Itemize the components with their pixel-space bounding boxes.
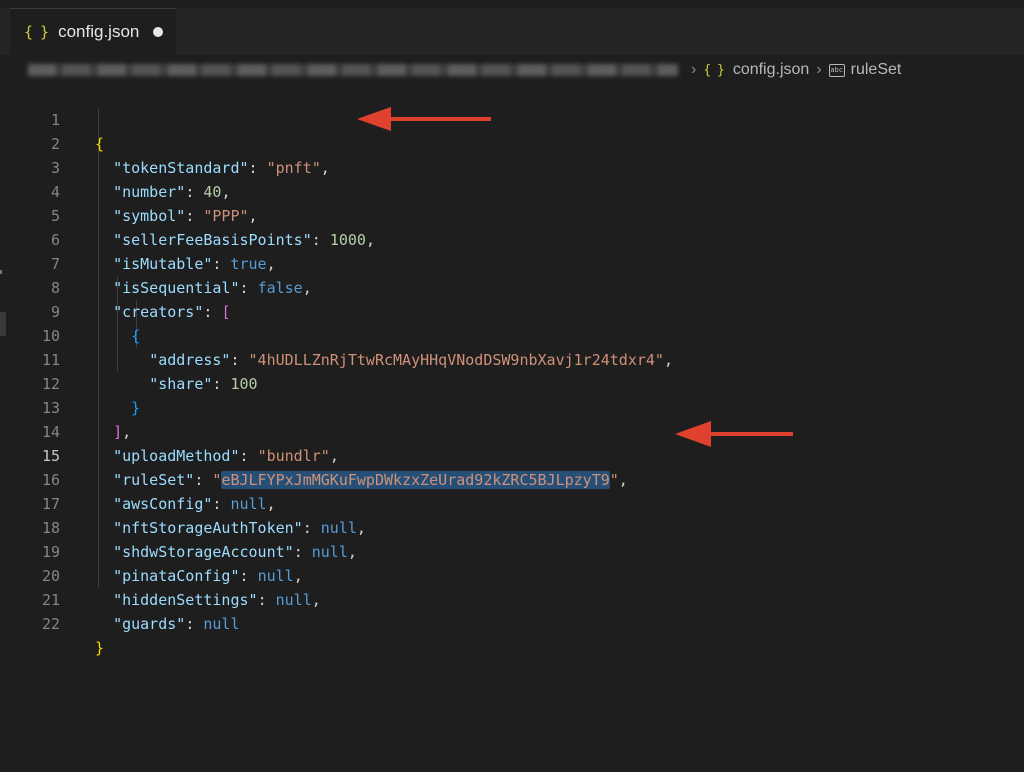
code-line[interactable]: 22 }: [0, 588, 1024, 657]
tab-bar: { } config.json: [0, 0, 1024, 55]
code-line[interactable]: 8 "creators": [: [0, 252, 1024, 321]
code-line[interactable]: 1 {: [0, 84, 1024, 153]
string-symbol-icon: abc: [828, 63, 845, 77]
code-line[interactable]: 17 "nftStorageAuthToken": null,: [0, 468, 1024, 537]
code-line[interactable]: 5 "sellerFeeBasisPoints": 1000,: [0, 180, 1024, 249]
code-line[interactable]: 6 "isMutable": true,: [0, 204, 1024, 273]
code-line-active[interactable]: 15 "ruleSet": "eBJLFYPxJmMGKuFwpDWkzxZeU…: [0, 420, 1024, 489]
code-line[interactable]: 11 "share": 100: [0, 324, 1024, 393]
line-number: 22: [41, 615, 60, 633]
code-line[interactable]: 4 "symbol": "PPP",: [0, 156, 1024, 225]
arrow-left-icon: [357, 107, 491, 131]
tab-bar-top: [0, 0, 1024, 8]
code-line[interactable]: 12 }: [0, 348, 1024, 417]
json-file-icon: { }: [703, 62, 725, 78]
breadcrumb-path-blurred[interactable]: [28, 64, 678, 76]
unsaved-dot-icon[interactable]: [153, 27, 164, 37]
breadcrumb: › { } config.json › abc ruleSet: [22, 56, 1012, 84]
json-file-icon: { }: [24, 23, 49, 41]
code-line[interactable]: 13 ],: [0, 372, 1024, 441]
breadcrumb-symbol[interactable]: ruleSet: [851, 61, 902, 79]
tab-config-json[interactable]: { } config.json: [10, 8, 176, 55]
arrow-left-icon: [675, 421, 793, 447]
chevron-right-icon: ›: [691, 61, 697, 78]
tab-title: config.json: [58, 22, 140, 41]
code-line[interactable]: 3 "number": 40,: [0, 132, 1024, 201]
code-line[interactable]: 18 "shdwStorageAccount": null,: [0, 492, 1024, 561]
breadcrumb-file[interactable]: config.json: [733, 61, 810, 79]
code-line[interactable]: 19 "pinataConfig": null,: [0, 516, 1024, 585]
code-line[interactable]: 16 "awsConfig": null,: [0, 444, 1024, 513]
code-line[interactable]: 14 "uploadMethod": "bundlr",: [0, 396, 1024, 465]
line-content: }: [95, 639, 105, 657]
code-line[interactable]: 10 "address": "4hUDLLZnRjTtwRcMAyHHqVNod…: [0, 300, 1024, 369]
code-line[interactable]: 2 "tokenStandard": "pnft",: [0, 108, 1024, 177]
chevron-right-icon: ›: [816, 61, 822, 78]
code-line[interactable]: 9 {: [0, 276, 1024, 345]
line-content: "guards": null: [113, 615, 240, 633]
code-line[interactable]: 20 "hiddenSettings": null,: [0, 540, 1024, 609]
code-line[interactable]: 21 "guards": null: [0, 564, 1024, 633]
code-line[interactable]: 7 "isSequential": false,: [0, 228, 1024, 297]
